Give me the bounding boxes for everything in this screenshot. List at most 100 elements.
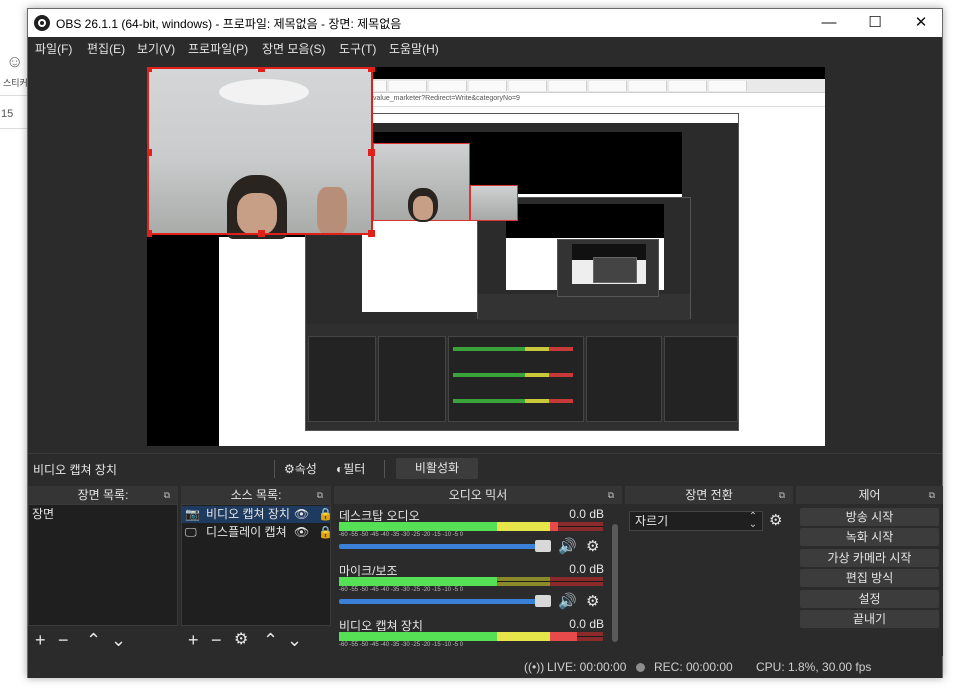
gear-icon[interactable]: ⚙ [586,592,599,610]
start-streaming-button[interactable]: 방송 시작 [800,508,939,526]
menu-view[interactable]: 보기(V) [137,40,175,57]
nested-camera-feed [373,143,470,222]
eye-icon[interactable]: 👁 [294,524,309,541]
nested-obs-window-4 [593,257,637,283]
audio-mixer-dock: 오디오 믹서 ⧉ 데스크탑 오디오 0.0 dB -60 -55 -50 -45… [334,486,622,656]
speaker-icon[interactable]: 🔊 [558,537,577,555]
selection-box[interactable] [147,67,375,237]
source-toolbar: 비디오 캡쳐 장치 ⚙속성 ◐필터 비활성화 [28,453,942,483]
divider [0,95,27,96]
undock-icon[interactable]: ⧉ [164,486,170,504]
settings-button[interactable]: 설정 [800,590,939,608]
start-recording-button[interactable]: 녹화 시작 [800,528,939,546]
scene-item[interactable]: 장면 [29,506,177,523]
sources-list[interactable]: 📷 비디오 캡쳐 장치 👁 🔒 🖵 디스플레이 캡쳐 👁 🔒 [181,504,331,626]
menu-scene-collection[interactable]: 장면 모음(S) [262,40,326,57]
move-up-icon[interactable]: ⌃ [263,630,278,650]
exit-button[interactable]: 끝내기 [800,610,939,628]
close-button[interactable]: ✕ [898,9,944,37]
menu-tools[interactable]: 도구(T) [339,40,376,57]
move-up-icon[interactable]: ⌃ [86,630,101,650]
menu-profile[interactable]: 프로파일(P) [188,40,248,57]
transitions-header: 장면 전환 ⧉ [625,486,793,504]
browser-tab-strip [305,79,825,93]
browser-address-bar: value_marketer?Redirect=Write&categoryNo… [305,93,825,107]
scenes-header: 장면 목록: ⧉ [28,486,178,504]
speaker-icon[interactable]: 🔊 [558,592,577,610]
resize-handle[interactable] [258,230,265,237]
rec-icon [636,663,645,672]
smile-icon[interactable]: ☺ [6,52,23,72]
meter-level [339,632,498,641]
menu-help[interactable]: 도움말(H) [389,40,439,57]
gear-icon[interactable]: ⚙ [769,511,782,529]
live-icon: ((•)) [524,660,545,674]
undock-icon[interactable]: ⧉ [317,486,323,504]
slider-knob[interactable] [535,595,551,607]
title-bar[interactable]: OBS 26.1.1 (64-bit, windows) - 프로파일: 제목없… [28,9,942,37]
add-icon[interactable]: + [188,630,199,650]
mixer-scrollbar[interactable] [612,524,618,642]
lock-icon[interactable]: 🔒 [318,524,330,541]
resize-handle[interactable] [368,149,375,156]
obs-logo-icon [34,15,50,31]
mixer-body: 데스크탑 오디오 0.0 dB -60 -55 -50 -45 -40 -35 … [334,504,622,654]
source-item-video-capture[interactable]: 📷 비디오 캡쳐 장치 👁 🔒 [182,506,330,523]
remove-icon[interactable]: − [211,630,222,650]
undock-icon[interactable]: ⧉ [929,486,935,504]
filters-button[interactable]: ◐필터 [336,458,365,480]
meter-level [339,522,498,531]
menu-edit[interactable]: 편집(E) [87,40,125,57]
maximize-button[interactable]: ☐ [852,9,898,37]
resize-handle[interactable] [147,230,152,237]
selected-source-name: 비디오 캡쳐 장치 [33,463,117,477]
transition-select[interactable]: 자르기 ⌃ ⌄ [629,511,763,531]
preview-canvas[interactable]: value_marketer?Redirect=Write&categoryNo… [147,67,825,446]
move-down-icon[interactable]: ⌄ [287,630,302,650]
menu-file[interactable]: 파일(F) [35,40,72,57]
slider-knob[interactable] [535,540,551,552]
resize-handle[interactable] [368,230,375,237]
volume-slider[interactable] [339,540,551,552]
meter-level-red [550,522,559,531]
volume-slider[interactable] [339,595,551,607]
number-label: 15 [1,108,14,120]
volume-meter [339,577,603,586]
sources-title: 소스 목록: [230,488,282,502]
rec-time: REC: 00:00:00 [654,660,733,674]
sources-header: 소스 목록: ⧉ [181,486,331,504]
spinner-arrows-icon[interactable]: ⌃ ⌄ [746,512,760,530]
background-page [0,0,27,689]
lock-icon[interactable]: 🔒 [318,506,330,523]
minimize-button[interactable]: — [806,9,852,37]
preview-area: value_marketer?Redirect=Write&categoryNo… [28,59,942,453]
filters-label: 필터 [343,462,366,476]
gear-icon[interactable]: ⚙ [234,630,248,650]
resize-handle[interactable] [368,67,375,72]
gear-icon[interactable]: ⚙ [586,537,599,555]
remove-icon[interactable]: − [58,630,69,650]
deactivate-button[interactable]: 비활성화 [396,458,478,479]
source-item-display-capture[interactable]: 🖵 디스플레이 캡쳐 👁 🔒 [182,524,330,541]
undock-icon[interactable]: ⧉ [608,486,614,504]
scenes-list[interactable]: 장면 [28,504,178,626]
live-time: LIVE: 00:00:00 [547,660,627,674]
add-icon[interactable]: + [35,630,46,650]
meter-ticks: -60 -55 -50 -45 -40 -35 -30 -25 -20 -15 … [339,642,464,648]
gear-icon: ⚙ [284,462,295,476]
controls-header: 제어 ⧉ [796,486,943,504]
resize-handle[interactable] [147,149,152,156]
sources-footer: + − ⚙ ⌃ ⌄ [181,628,331,654]
properties-button[interactable]: ⚙속성 [284,458,317,480]
undock-icon[interactable]: ⧉ [779,486,785,504]
properties-label: 속성 [294,462,317,476]
resize-handle[interactable] [258,67,265,72]
move-down-icon[interactable]: ⌄ [111,630,126,650]
cpu-fps: CPU: 1.8%, 30.00 fps [756,660,872,674]
studio-mode-button[interactable]: 편집 방식 [800,569,939,587]
transition-selected: 자르기 [635,514,669,528]
eye-icon[interactable]: 👁 [294,506,309,523]
resize-handle[interactable] [147,67,152,72]
channel-db: 0.0 dB [569,562,604,576]
start-virtual-camera-button[interactable]: 가상 카메라 시작 [800,549,939,567]
